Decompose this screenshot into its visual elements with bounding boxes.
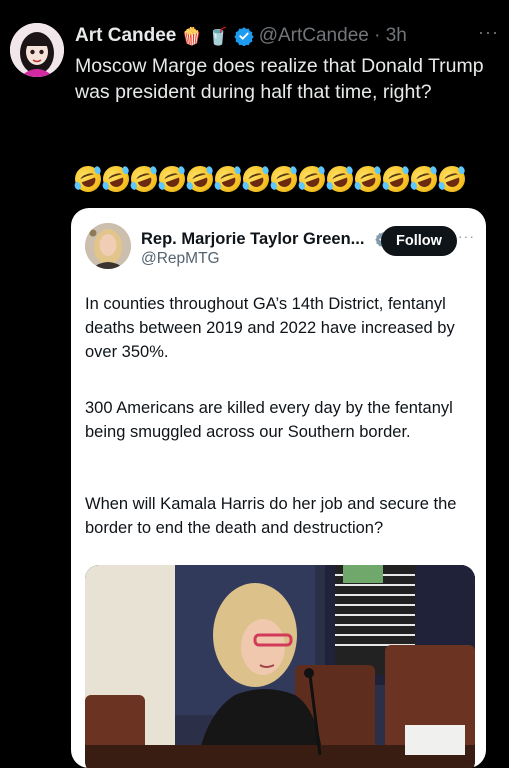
rolling-laughing-emoji	[239, 162, 273, 196]
more-options-icon[interactable]: ···	[478, 22, 499, 43]
rolling-laughing-emoji	[211, 162, 245, 196]
tweet-text: Moscow Marge does realize that Donald Tr…	[75, 55, 484, 103]
rolling-laughing-emoji	[407, 162, 441, 196]
drink-emoji: 🥤	[207, 26, 229, 46]
quoted-display-name[interactable]: Rep. Marjorie Taylor Green...	[141, 230, 364, 249]
handle-and-time[interactable]: @ArtCandee · 3h	[259, 25, 407, 47]
quoted-avatar[interactable]	[85, 223, 131, 269]
rolling-laughing-emoji	[295, 162, 329, 196]
quoted-handle[interactable]: @RepMTG	[141, 250, 220, 268]
rolling-laughing-emoji	[99, 162, 133, 196]
rolling-laughing-emoji	[379, 162, 413, 196]
tweet-header: Art Candee 🍿 🥤 @ArtCandee · 3h ···	[75, 22, 499, 48]
avatar[interactable]	[10, 23, 64, 77]
rolling-laughing-emoji	[183, 162, 217, 196]
verified-badge-icon	[234, 27, 254, 46]
rolling-laughing-emoji	[351, 162, 385, 196]
laughing-emoji-row	[71, 162, 469, 196]
more-options-icon[interactable]: ···	[458, 228, 475, 244]
follow-button[interactable]: Follow	[381, 226, 457, 256]
tweet-media-image[interactable]	[85, 565, 475, 768]
rolling-laughing-emoji	[267, 162, 301, 196]
rolling-laughing-emoji	[323, 162, 357, 196]
popcorn-emoji: 🍿	[181, 26, 203, 46]
quoted-paragraph: 300 Americans are killed every day by th…	[85, 399, 453, 441]
display-name[interactable]: Art Candee	[75, 25, 176, 47]
quoted-paragraph: In counties throughout GA’s 14th Distric…	[85, 295, 455, 361]
rolling-laughing-emoji	[155, 162, 189, 196]
quoted-paragraph: When will Kamala Harris do her job and s…	[85, 495, 457, 537]
rolling-laughing-emoji	[127, 162, 161, 196]
rolling-laughing-emoji	[71, 162, 105, 196]
quoted-tweet-card[interactable]: Rep. Marjorie Taylor Green... @RepMTG Fo…	[71, 208, 486, 768]
rolling-laughing-emoji	[435, 162, 469, 196]
